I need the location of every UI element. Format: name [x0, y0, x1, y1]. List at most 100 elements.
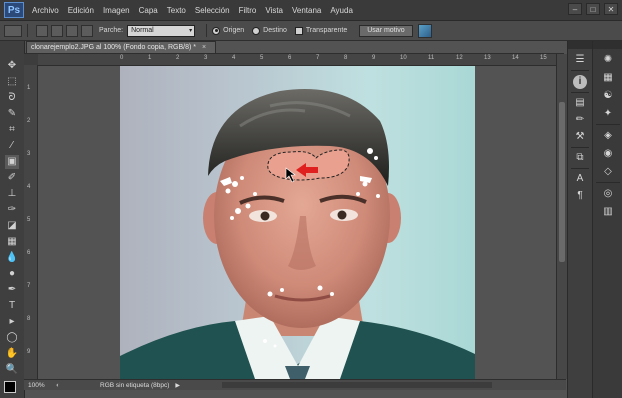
parche-value: Normal — [131, 27, 154, 34]
menu-ventana[interactable]: Ventana — [292, 6, 321, 15]
ruler-top[interactable]: 0123456789101112131415161718 — [38, 54, 603, 66]
blur-tool-icon[interactable]: 💧 — [5, 251, 19, 265]
menu-capa[interactable]: Capa — [139, 6, 158, 15]
menu-seleccion[interactable]: Selección — [195, 6, 230, 15]
brush-presets-icon[interactable]: ✏ — [573, 113, 587, 127]
ruler-tick-label: 13 — [484, 55, 491, 61]
clone-stamp-tool-icon[interactable]: ⊥ — [5, 187, 19, 201]
clone-source-icon[interactable]: ⧉ — [573, 151, 587, 165]
path-selection-tool-icon[interactable]: ▸ — [5, 315, 19, 329]
portrait-illustration — [120, 89, 475, 379]
ruler-tick-label: 12 — [456, 55, 463, 61]
subtract-selection-icon[interactable] — [66, 24, 78, 37]
ruler-tick-label: 3 — [204, 55, 208, 61]
canvas-area[interactable] — [38, 66, 556, 379]
type-tool-icon[interactable]: T — [5, 299, 19, 313]
tool-preset-icon[interactable] — [4, 24, 22, 37]
status-arrow-icon[interactable]: ▶ — [175, 382, 180, 389]
menu-bar: Ps Archivo Edición Imagen Capa Texto Sel… — [0, 0, 622, 21]
foreground-color-swatch[interactable] — [4, 381, 16, 393]
ellipse-tool-icon[interactable]: ◯ — [5, 331, 19, 345]
options-bar: Parche: Normal ▾ Origen Destino Transpar… — [0, 21, 622, 41]
vertical-scrollbar[interactable] — [556, 54, 567, 379]
parche-label: Parche: — [99, 27, 124, 34]
info-panel-icon[interactable]: i — [573, 75, 587, 89]
ruler-tick-label: 4 — [232, 55, 236, 61]
tool-presets-icon[interactable]: ⚒ — [573, 130, 587, 144]
ruler-tick-label: 9 — [27, 349, 31, 355]
swatches-panel-icon[interactable]: ▦ — [601, 71, 615, 85]
close-icon[interactable]: × — [202, 44, 206, 51]
ruler-tick-label: 2 — [176, 55, 180, 61]
move-tool-icon[interactable]: ✥ — [5, 59, 19, 73]
pen-tool-icon[interactable]: ✒ — [5, 283, 19, 297]
history-brush-tool-icon[interactable]: ✑ — [5, 203, 19, 217]
close-button[interactable]: ✕ — [604, 3, 618, 15]
maximize-button[interactable]: □ — [586, 3, 600, 15]
lasso-tool-icon[interactable]: ᘐ — [5, 91, 19, 105]
ruler-tick-label: 0 — [120, 55, 124, 61]
paragraph-panel-icon[interactable]: ¶ — [573, 189, 587, 203]
photo-image[interactable] — [120, 66, 475, 379]
patch-selection-outline[interactable] — [267, 149, 350, 181]
adjustments-panel-icon[interactable]: ☯ — [601, 89, 615, 103]
menu-vista[interactable]: Vista — [265, 6, 283, 15]
divider — [27, 24, 28, 37]
crop-tool-icon[interactable]: ⌗ — [5, 123, 19, 137]
color-panel-icon[interactable]: ✺ — [601, 53, 615, 67]
ruler-tick-label: 7 — [27, 283, 31, 289]
vertical-scrollbar-thumb[interactable] — [559, 102, 565, 262]
character-panel-icon[interactable]: A — [573, 172, 587, 186]
dodge-tool-icon[interactable]: ● — [5, 267, 19, 281]
divider — [571, 147, 589, 148]
brush-tool-icon[interactable]: ✐ — [5, 171, 19, 185]
quick-selection-tool-icon[interactable]: ✎ — [5, 107, 19, 121]
ruler-tick-label: 6 — [288, 55, 292, 61]
horizontal-scrollbar[interactable] — [222, 382, 492, 388]
ruler-origin[interactable] — [24, 54, 38, 65]
transparente-checkbox[interactable] — [294, 26, 303, 35]
styles-panel-icon[interactable]: ✦ — [601, 107, 615, 121]
ruler-tick-label: 10 — [400, 55, 407, 61]
history-panel-icon[interactable]: ☰ — [573, 53, 587, 67]
ruler-tick-label: 1 — [148, 55, 152, 61]
document-tab[interactable]: clonarejemplo2.JPG al 100% (Fondo copia,… — [26, 41, 216, 53]
histogram-panel-icon[interactable]: ▥ — [601, 205, 615, 219]
menu-edicion[interactable]: Edición — [68, 6, 94, 15]
menu-texto[interactable]: Texto — [167, 6, 186, 15]
ruler-left[interactable]: 1 2 3 4 5 6 7 8 9 — [24, 65, 38, 379]
usar-motivo-button[interactable]: Usar motivo — [359, 24, 413, 37]
eyedropper-tool-icon[interactable]: ⁄ — [5, 139, 19, 153]
layers-panel-icon[interactable]: ◈ — [601, 129, 615, 143]
add-selection-icon[interactable] — [51, 24, 63, 37]
marquee-tool-icon[interactable]: ⬚ — [5, 75, 19, 89]
navigator-panel-icon[interactable]: ◎ — [601, 187, 615, 201]
channels-panel-icon[interactable]: ◉ — [601, 147, 615, 161]
ruler-tick-label: 5 — [27, 217, 31, 223]
gradient-tool-icon[interactable]: ▦ — [5, 235, 19, 249]
document-tab-title: clonarejemplo2.JPG al 100% (Fondo copia,… — [31, 44, 196, 51]
minimize-button[interactable]: – — [568, 3, 582, 15]
parche-select[interactable]: Normal ▾ — [127, 24, 196, 37]
intersect-selection-icon[interactable] — [81, 24, 93, 37]
menu-ayuda[interactable]: Ayuda — [330, 6, 353, 15]
menu-archivo[interactable]: Archivo — [32, 6, 59, 15]
pattern-picker-icon[interactable] — [417, 23, 432, 38]
new-selection-icon[interactable] — [36, 24, 48, 37]
menu-filtro[interactable]: Filtro — [239, 6, 257, 15]
origen-radio[interactable] — [212, 26, 221, 35]
origen-label: Origen — [223, 27, 245, 34]
patch-tool-icon[interactable]: ▣ — [5, 155, 19, 169]
status-menu-icon[interactable]: ◐ — [56, 382, 66, 389]
destino-radio[interactable] — [252, 26, 261, 35]
paths-panel-icon[interactable]: ◇ — [601, 165, 615, 179]
menu-imagen[interactable]: Imagen — [103, 6, 130, 15]
ruler-tick-label: 8 — [344, 55, 348, 61]
dock-header[interactable] — [593, 41, 622, 49]
hand-tool-icon[interactable]: ✋ — [5, 347, 19, 361]
paragraph-styles-icon[interactable]: ▤ — [573, 96, 587, 110]
zoom-tool-icon[interactable]: 🔍 — [5, 363, 19, 377]
eraser-tool-icon[interactable]: ◪ — [5, 219, 19, 233]
zoom-level[interactable]: 100% — [28, 382, 56, 389]
dock-header[interactable] — [568, 41, 592, 49]
